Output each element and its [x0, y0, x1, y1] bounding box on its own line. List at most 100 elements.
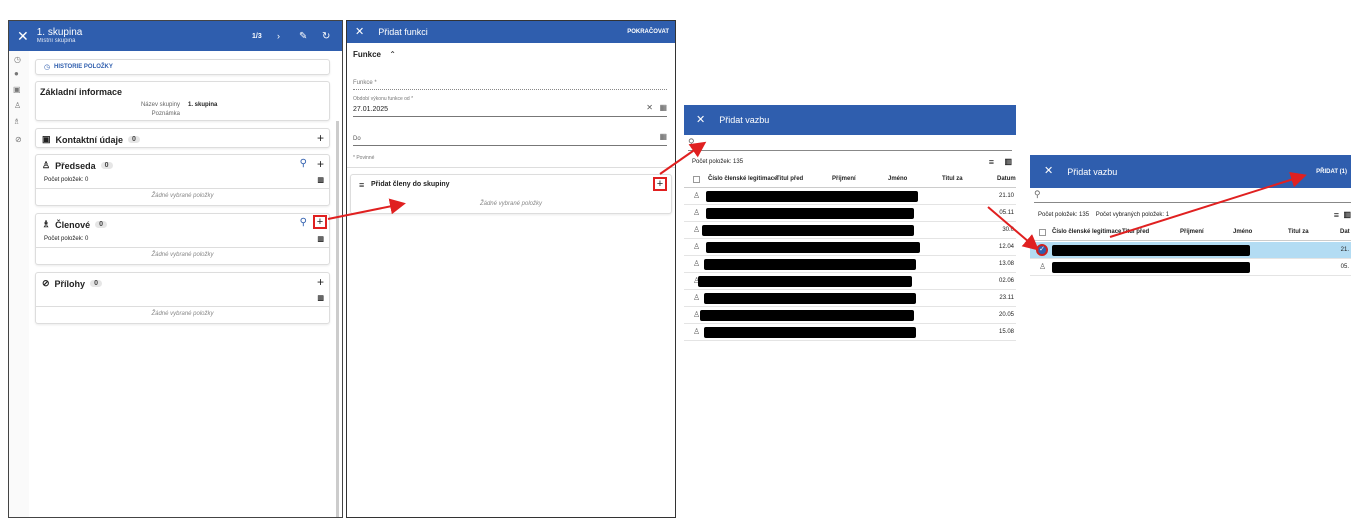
- close-icon[interactable]: ✕: [17, 29, 29, 43]
- add-members-empty-text: Žádné vybrané položky: [479, 201, 543, 207]
- chair-title: Předseda: [55, 160, 96, 171]
- date-to-field[interactable]: Do ▦: [353, 132, 667, 146]
- add-relation-panel: ✕ Přidat vazbu ⚲ Počet položek: 135 ≡ ▥ …: [684, 105, 1016, 350]
- attachment-icon: ⊘: [42, 278, 50, 288]
- search-field[interactable]: ⚲: [1034, 189, 1351, 203]
- col-date[interactable]: Datum: [997, 176, 1016, 182]
- section-label: Funkce: [353, 50, 382, 59]
- redacted-value: [706, 208, 914, 219]
- add-selected-button[interactable]: PŘIDAT (1): [1316, 169, 1347, 175]
- attachments-header: ⊘ Přílohy 0: [42, 278, 102, 289]
- chair-count-badge: 0: [100, 162, 113, 169]
- col-title-after[interactable]: Titul za: [1288, 229, 1309, 235]
- add-function-panel: ✕ Přidat funkci POKRAČOVAT Funkce ⌃ Funk…: [346, 20, 676, 518]
- col-member-id[interactable]: Číslo členské legitimace: [708, 176, 777, 182]
- table-row[interactable]: ♙ 23.11: [684, 290, 1016, 307]
- scrollbar[interactable]: [336, 121, 339, 517]
- columns-icon[interactable]: ▥: [1004, 157, 1012, 166]
- chevron-right-icon[interactable]: ›: [277, 31, 280, 41]
- date-cell: 30.0: [1002, 227, 1014, 233]
- edit-icon[interactable]: ✎: [299, 31, 307, 42]
- history-icon: ◷: [44, 64, 51, 71]
- col-member-id[interactable]: Číslo členské legitimace: [1052, 229, 1121, 235]
- list-icon[interactable]: ≡: [989, 157, 994, 167]
- history-label: HISTORIE POLOŽKY: [54, 64, 113, 70]
- col-surname[interactable]: Příjmení: [832, 176, 856, 182]
- search-icon: ⚲: [688, 137, 695, 147]
- history-icon[interactable]: ◷: [14, 55, 21, 64]
- attachment-icon[interactable]: ⊘: [15, 135, 22, 144]
- person-icon: ♙: [693, 259, 701, 268]
- col-title-after[interactable]: Titul za: [942, 176, 963, 182]
- select-all-checkbox[interactable]: [693, 176, 700, 183]
- redacted-value: [1052, 245, 1250, 256]
- continue-button[interactable]: POKRAČOVAT: [627, 29, 669, 35]
- members-title: Členové: [55, 219, 91, 230]
- chair-empty-text: Žádné vybrané položky: [151, 193, 214, 199]
- close-icon[interactable]: ✕: [355, 26, 364, 38]
- date-from-label: Období výkonu funkce od *: [353, 96, 414, 102]
- group-header: ✕ 1. skupina Místní skupina 1/3 › ✎ ↻: [9, 21, 342, 51]
- table-row[interactable]: ♙ 15.08: [684, 324, 1016, 341]
- person-icon[interactable]: ♙: [14, 101, 21, 110]
- redacted-value: [706, 242, 920, 253]
- table-row[interactable]: ♙ 02.06: [684, 273, 1016, 290]
- add-members-plus-icon[interactable]: +: [653, 177, 667, 191]
- checkbox-icon[interactable]: ✓: [1036, 244, 1048, 256]
- redacted-value: [704, 327, 916, 338]
- divider: [36, 188, 329, 189]
- history-button[interactable]: ◷ HISTORIE POLOŽKY: [35, 59, 330, 75]
- close-icon[interactable]: ✕: [1044, 166, 1053, 177]
- members-header: ♗ Členové 0: [42, 219, 107, 230]
- group-icon: ♗: [42, 219, 51, 229]
- add-member-plus-icon[interactable]: +: [313, 215, 327, 229]
- search-icon[interactable]: ⚲: [300, 158, 307, 169]
- info-icon[interactable]: ●: [14, 69, 19, 78]
- table-row[interactable]: ♙ 12.04: [684, 239, 1016, 256]
- col-surname[interactable]: Příjmení: [1180, 229, 1204, 235]
- function-section-header[interactable]: Funkce ⌃: [353, 50, 396, 59]
- table-row[interactable]: ♙ 13.08: [684, 256, 1016, 273]
- calendar-icon[interactable]: ▦: [659, 103, 667, 112]
- function-input[interactable]: Funkce *: [353, 76, 667, 90]
- redacted-value: [698, 276, 912, 287]
- close-icon[interactable]: ✕: [646, 103, 653, 112]
- col-name[interactable]: Jméno: [1233, 229, 1252, 235]
- table-row[interactable]: ♙ 20.05: [684, 307, 1016, 324]
- search-field[interactable]: ⚲: [688, 137, 1012, 151]
- col-title-before[interactable]: Titul před: [1122, 229, 1149, 235]
- table-row[interactable]: ♙ 21.10: [684, 188, 1016, 205]
- members-card: ♗ Členové 0 ⚲ + Počet položek: 0 ▥ Žádné…: [35, 213, 330, 265]
- date-from-field[interactable]: 27.01.2025 ✕ ▦: [353, 103, 667, 117]
- contact-card-icon[interactable]: ▣: [13, 85, 21, 94]
- plus-icon[interactable]: +: [317, 131, 324, 145]
- attachments-card: ⊘ Přílohy 0 + ▥ Žádné vybrané položky: [35, 272, 330, 324]
- select-all-checkbox[interactable]: [1039, 229, 1046, 236]
- col-date[interactable]: Dat: [1340, 229, 1350, 235]
- table-row-selected[interactable]: ✓ 21.: [1030, 242, 1351, 259]
- col-name[interactable]: Jméno: [888, 176, 907, 182]
- redacted-value: [706, 191, 918, 202]
- plus-icon[interactable]: +: [317, 275, 324, 289]
- col-title-before[interactable]: Titul před: [776, 176, 803, 182]
- columns-icon[interactable]: ▥: [1343, 210, 1351, 219]
- columns-icon[interactable]: ▥: [317, 235, 324, 243]
- columns-icon[interactable]: ▥: [317, 294, 324, 302]
- calendar-icon[interactable]: ▦: [659, 132, 667, 141]
- table-row[interactable]: ♙ 05.11: [684, 205, 1016, 222]
- required-note: * Povinné: [353, 155, 375, 161]
- refresh-icon[interactable]: ↻: [322, 31, 330, 42]
- close-icon[interactable]: ✕: [696, 114, 705, 126]
- table-row[interactable]: ♙ 30.0: [684, 222, 1016, 239]
- divider: [36, 306, 329, 307]
- table-row[interactable]: ♙ 05.: [1030, 259, 1351, 276]
- person-icon: ♙: [693, 327, 701, 336]
- chair-header: ♙ Předseda 0: [42, 160, 113, 171]
- plus-icon[interactable]: +: [317, 157, 324, 171]
- search-icon[interactable]: ⚲: [300, 217, 307, 228]
- divider: [347, 167, 675, 168]
- pager-label: 1/3: [252, 32, 262, 40]
- columns-icon[interactable]: ▥: [317, 176, 324, 184]
- list-icon[interactable]: ≡: [1334, 210, 1339, 220]
- group-icon[interactable]: ♗: [13, 117, 20, 126]
